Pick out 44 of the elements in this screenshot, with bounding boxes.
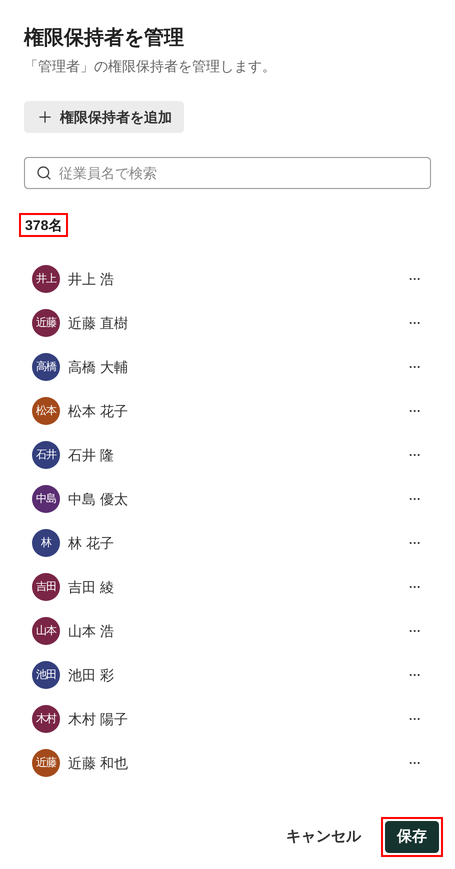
dialog-title: 権限保持者を管理 xyxy=(24,26,185,51)
member-name: 山本 浩 xyxy=(68,622,115,640)
member-name: 中島 優太 xyxy=(68,490,129,508)
avatar: 近藤 xyxy=(32,749,60,777)
member-name: 松本 花子 xyxy=(68,402,129,420)
avatar: 林 xyxy=(32,529,60,557)
member-name: 近藤 直樹 xyxy=(68,314,129,332)
avatar: 井上 xyxy=(32,265,60,293)
avatar: 池田 xyxy=(32,661,60,689)
more-button[interactable]: ··· xyxy=(409,754,423,772)
search-field[interactable]: 従業員名で検索 xyxy=(24,157,431,189)
avatar: 木村 xyxy=(32,705,60,733)
member-name: 井上 浩 xyxy=(68,270,115,288)
more-button[interactable]: ··· xyxy=(409,490,423,508)
more-button[interactable]: ··· xyxy=(409,710,423,728)
avatar: 山本 xyxy=(32,617,60,645)
more-button[interactable]: ··· xyxy=(409,270,423,288)
member-name: 池田 彩 xyxy=(68,666,115,684)
member-name: 林 花子 xyxy=(68,534,115,552)
member-name: 石井 隆 xyxy=(68,446,115,464)
avatar: 石井 xyxy=(32,441,60,469)
add-holder-button[interactable]: 権限保持者を追加 xyxy=(24,101,184,133)
member-name: 木村 陽子 xyxy=(68,710,129,728)
avatar: 高橋 xyxy=(32,353,60,381)
member-count: 378名 xyxy=(19,213,68,237)
dialog-subtitle: 「管理者」の権限保持者を管理します。 xyxy=(24,57,277,76)
more-button[interactable]: ··· xyxy=(409,402,423,420)
avatar: 近藤 xyxy=(32,309,60,337)
more-button[interactable]: ··· xyxy=(409,314,423,332)
avatar: 松本 xyxy=(32,397,60,425)
member-name: 吉田 綾 xyxy=(68,578,115,596)
member-name: 高橋 大輔 xyxy=(68,358,129,376)
more-button[interactable]: ··· xyxy=(409,622,423,640)
more-button[interactable]: ··· xyxy=(409,578,423,596)
more-button[interactable]: ··· xyxy=(409,358,423,376)
save-button[interactable]: 保存 xyxy=(385,821,439,853)
more-button[interactable]: ··· xyxy=(409,534,423,552)
more-button[interactable]: ··· xyxy=(409,666,423,684)
cancel-button[interactable]: キャンセル xyxy=(278,819,369,855)
more-button[interactable]: ··· xyxy=(409,446,423,464)
member-name: 近藤 和也 xyxy=(68,754,129,772)
search-icon xyxy=(36,165,52,181)
avatar: 中島 xyxy=(32,485,60,513)
avatar: 吉田 xyxy=(32,573,60,601)
